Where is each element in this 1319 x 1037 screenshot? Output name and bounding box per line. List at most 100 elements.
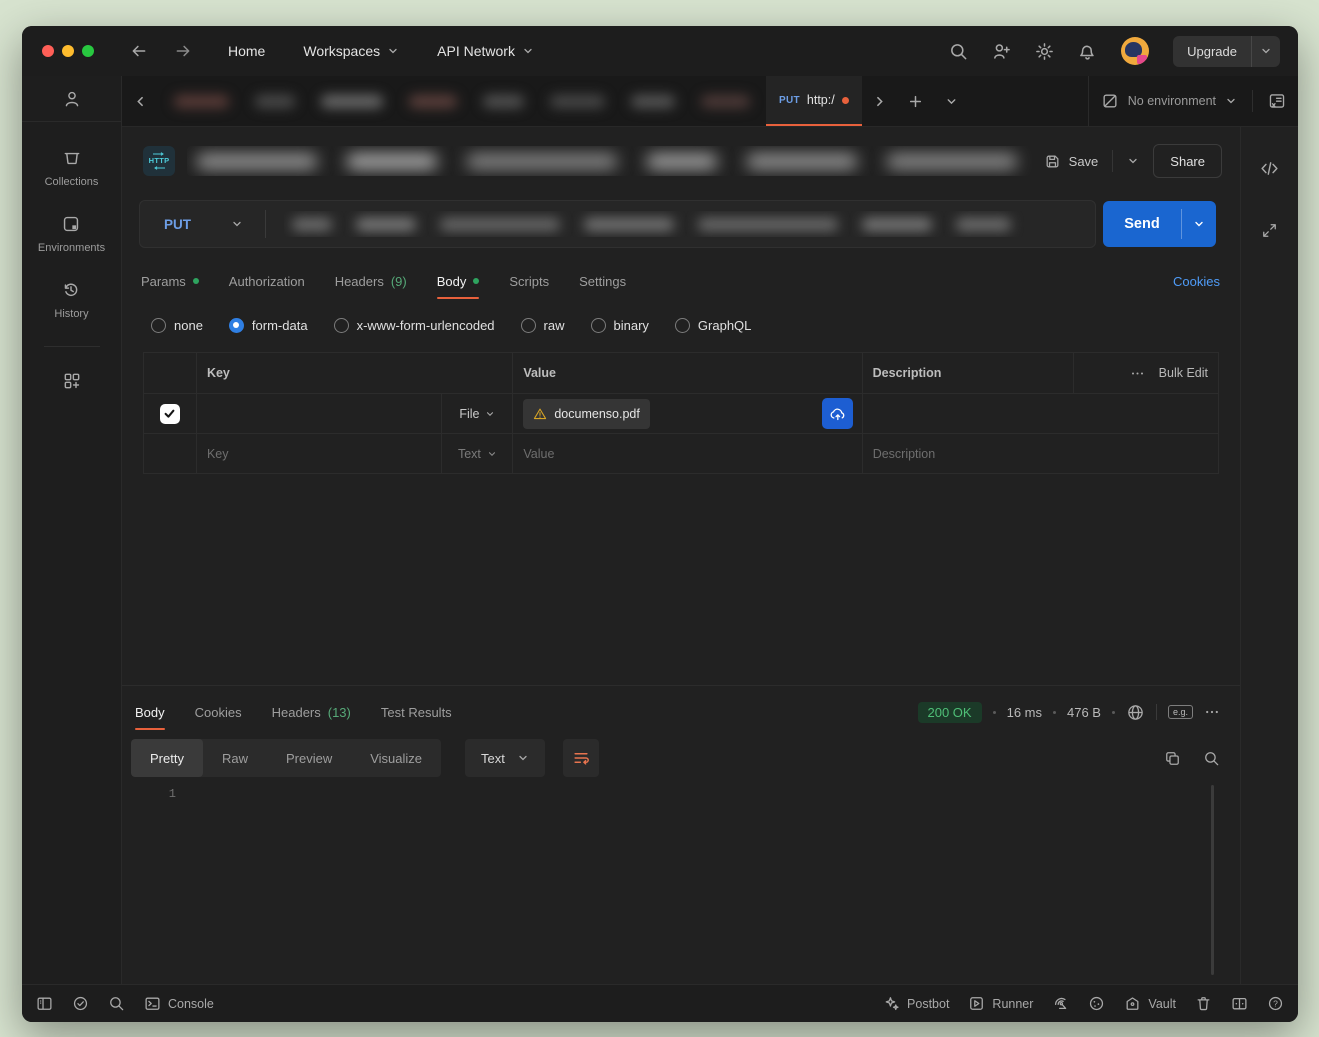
radio-x-www-form-urlencoded[interactable]: x-www-form-urlencoded <box>334 318 495 333</box>
sidebar-item-history[interactable]: History <box>54 280 88 320</box>
zoom-window-button[interactable] <box>82 45 94 57</box>
select-all-cell[interactable] <box>144 353 197 393</box>
toggle-sidebar-icon[interactable] <box>36 995 53 1012</box>
checkbox-checked-icon[interactable] <box>160 404 180 424</box>
sidebar-item-collections[interactable]: Collections <box>45 148 99 188</box>
invite-user-icon[interactable] <box>992 42 1011 61</box>
value-cell[interactable]: Value <box>513 434 862 473</box>
trash-icon[interactable] <box>1195 995 1212 1012</box>
radio-form-data[interactable]: form-data <box>229 318 308 333</box>
copy-icon[interactable] <box>1164 750 1181 767</box>
avatar[interactable] <box>1121 37 1149 65</box>
close-window-button[interactable] <box>42 45 54 57</box>
home-nav[interactable]: Home <box>228 43 265 59</box>
active-request-tab[interactable]: PUT http:/ <box>766 76 862 126</box>
settings-icon[interactable] <box>1035 42 1054 61</box>
save-button[interactable]: Save <box>1069 154 1099 169</box>
response-tab-body[interactable]: Body <box>135 705 165 720</box>
response-tab-headers[interactable]: Headers(13) <box>272 705 351 720</box>
search-icon[interactable] <box>949 42 968 61</box>
postbot-button[interactable]: Postbot <box>883 995 949 1012</box>
save-options-icon[interactable] <box>1127 155 1139 167</box>
two-pane-icon[interactable] <box>1231 995 1248 1012</box>
capture-requests-icon[interactable] <box>1052 995 1069 1012</box>
value-cell[interactable]: documenso.pdf <box>513 394 862 433</box>
more-options-icon[interactable] <box>1130 366 1145 381</box>
radio-graphql[interactable]: GraphQL <box>675 318 751 333</box>
view-preview[interactable]: Preview <box>267 739 351 777</box>
tab-params[interactable]: Params <box>141 274 199 289</box>
method-selector[interactable]: PUT <box>140 217 191 232</box>
help-icon[interactable]: ? <box>1267 995 1284 1012</box>
file-chip[interactable]: documenso.pdf <box>523 399 649 429</box>
environment-selector[interactable]: No environment <box>1128 94 1216 108</box>
add-tools-icon[interactable] <box>62 371 82 391</box>
api-network-menu[interactable]: API Network <box>437 43 534 59</box>
redacted-request-name[interactable] <box>187 146 1032 176</box>
radio-none[interactable]: none <box>151 318 203 333</box>
upgrade-options-chevron-icon[interactable] <box>1252 45 1280 57</box>
runner-button[interactable]: Runner <box>968 995 1033 1012</box>
response-tab-test-results[interactable]: Test Results <box>381 705 452 720</box>
tab-settings[interactable]: Settings <box>579 274 626 289</box>
radio-raw[interactable]: raw <box>521 318 565 333</box>
upload-file-button[interactable] <box>822 398 853 429</box>
bulk-edit-button[interactable]: Bulk Edit <box>1159 366 1208 380</box>
expand-icon[interactable] <box>1261 222 1278 239</box>
code-snippet-icon[interactable] <box>1260 159 1279 178</box>
key-cell[interactable]: Key <box>197 434 443 473</box>
wrap-lines-icon[interactable] <box>563 739 599 777</box>
upgrade-button[interactable]: Upgrade <box>1173 36 1280 67</box>
tab-body[interactable]: Body <box>437 274 480 289</box>
tab-scripts[interactable]: Scripts <box>509 274 549 289</box>
network-icon[interactable] <box>1126 703 1145 722</box>
environment-chevron-icon[interactable] <box>1225 95 1237 107</box>
response-tab-cookies[interactable]: Cookies <box>195 705 242 720</box>
cookies-icon[interactable] <box>1088 995 1105 1012</box>
checkpoint-icon[interactable] <box>72 995 89 1012</box>
description-cell[interactable]: Description <box>863 434 1218 473</box>
add-tab-icon[interactable] <box>898 76 934 126</box>
search-icon[interactable] <box>1203 750 1220 767</box>
tab-headers[interactable]: Headers(9) <box>335 274 407 289</box>
sidebar-item-environments[interactable]: Environments <box>38 214 105 254</box>
description-cell[interactable] <box>863 394 1218 433</box>
back-icon[interactable] <box>130 42 148 60</box>
workspaces-menu[interactable]: Workspaces <box>303 43 399 59</box>
type-select[interactable]: Text <box>442 434 513 473</box>
radio-binary[interactable]: binary <box>591 318 649 333</box>
console-button[interactable]: Console <box>144 995 214 1012</box>
row-checkbox-cell[interactable] <box>144 434 197 473</box>
next-tab-icon[interactable] <box>862 76 898 126</box>
vault-button[interactable]: Vault <box>1124 995 1176 1012</box>
user-icon[interactable] <box>62 89 82 109</box>
forward-icon[interactable] <box>174 42 192 60</box>
environment-quick-look-icon[interactable] <box>1268 92 1286 110</box>
cookies-link[interactable]: Cookies <box>1173 274 1220 289</box>
view-pretty[interactable]: Pretty <box>131 739 203 777</box>
view-visualize[interactable]: Visualize <box>351 739 441 777</box>
tab-authorization[interactable]: Authorization <box>229 274 305 289</box>
more-options-icon[interactable] <box>1204 704 1220 720</box>
view-raw[interactable]: Raw <box>203 739 267 777</box>
save-as-example-icon[interactable]: e.g. <box>1168 705 1193 719</box>
send-options-chevron-icon[interactable] <box>1182 201 1216 247</box>
type-select[interactable]: File <box>442 394 513 433</box>
redacted-url-input[interactable] <box>284 211 1077 237</box>
notifications-icon[interactable] <box>1078 42 1097 61</box>
search-icon[interactable] <box>108 995 125 1012</box>
key-cell[interactable] <box>197 394 443 433</box>
method-chevron-icon[interactable] <box>231 218 243 230</box>
status-badge[interactable]: 200 OK <box>918 702 982 723</box>
prev-tab-icon[interactable] <box>122 76 158 126</box>
scrollbar[interactable] <box>1211 785 1214 975</box>
row-checkbox-cell[interactable] <box>144 394 197 433</box>
response-size[interactable]: 476 B <box>1067 705 1101 720</box>
tab-options-icon[interactable] <box>934 76 970 126</box>
share-button[interactable]: Share <box>1153 144 1222 178</box>
send-button[interactable]: Send <box>1103 201 1216 247</box>
redacted-tabs[interactable] <box>158 76 766 126</box>
minimize-window-button[interactable] <box>62 45 74 57</box>
language-select[interactable]: Text <box>465 739 545 777</box>
response-time[interactable]: 16 ms <box>1007 705 1042 720</box>
